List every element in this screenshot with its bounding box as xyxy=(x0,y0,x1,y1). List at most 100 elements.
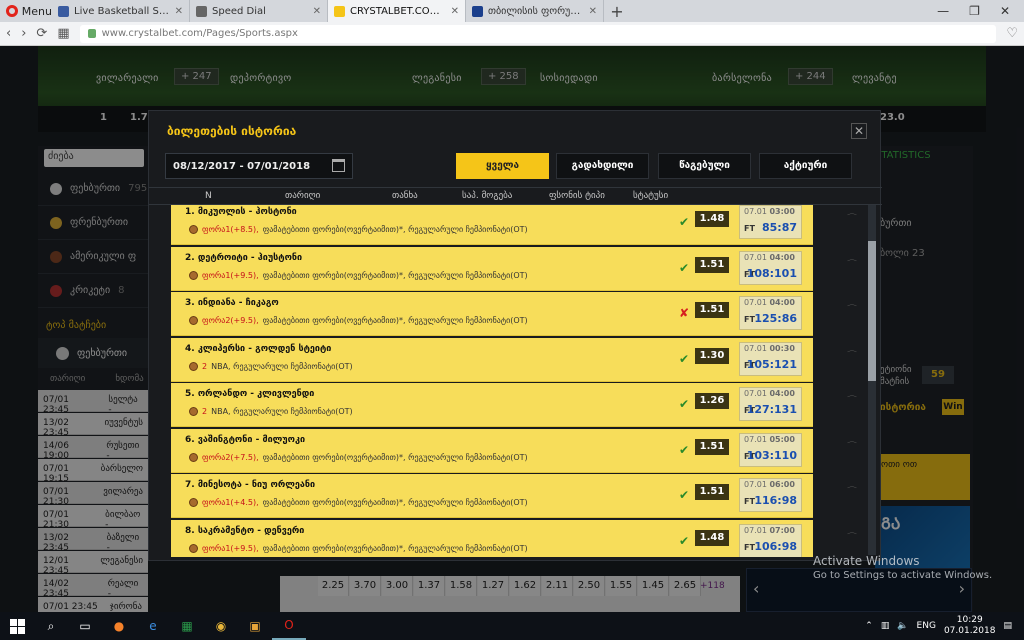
result-score: 106:98 xyxy=(754,539,797,553)
result-box: 07.01 06:00 FT 116:98 xyxy=(739,478,802,512)
edge-icon[interactable]: e xyxy=(136,612,170,640)
activate-windows-subtitle: Go to Settings to activate Windows. xyxy=(813,570,993,581)
filter-all-button[interactable]: ყველა xyxy=(456,153,549,179)
ticket-odd: 1.51 xyxy=(695,302,729,318)
close-icon[interactable]: ✕ xyxy=(851,123,867,139)
browser-tab-bar: Menu Live Basketball Scores - N✕Speed Di… xyxy=(0,0,1024,22)
start-button[interactable] xyxy=(0,612,34,640)
result-score: 127:131 xyxy=(746,403,797,416)
basketball-icon xyxy=(189,225,198,234)
ticket-odd: 1.51 xyxy=(695,484,729,500)
column-status: სტატუსი xyxy=(633,191,669,201)
browser-tab[interactable]: Speed Dial ✕ xyxy=(190,0,328,22)
activate-windows-title: Activate Windows xyxy=(813,554,920,568)
ticket-bet-detail: 2 NBA, რეგულარული ჩემპიონატი(OT) xyxy=(189,361,353,371)
close-window-icon[interactable]: ✕ xyxy=(1000,4,1010,18)
result-date: 07.01 00:30 xyxy=(744,344,795,353)
ticket-details-list: 1. მიკუოლის - ჰოსტონი ფორა1(+8.5), ფამატებ… xyxy=(171,205,813,557)
ticket-row[interactable]: 6. ვაშინგტონი - მილუოკი ფორა2(+7.5), ფამატ… xyxy=(171,428,813,473)
ticket-match-name: 6. ვაშინგტონი - მილუოკი xyxy=(185,434,306,445)
result-date: 07.01 06:00 xyxy=(744,480,795,489)
ticket-row[interactable]: 5. ორლანდო - კლივლენდი 2 NBA, რეგულარული ჩ… xyxy=(171,383,813,427)
ticket-bet-detail: ფორა1(+4.5), ფამატებითი ფორები(ოვერტაიმით… xyxy=(189,498,528,507)
ticket-row[interactable]: 2. დეტროიტი - ჰიუსტონი ფორა1(+9.5), ფამატე… xyxy=(171,246,813,291)
tab-label: Live Basketball Scores - N xyxy=(74,5,170,17)
ticket-row[interactable]: 4. კლიპერსი - გოლდენ სტეიტი 2 NBA, რეგულარ… xyxy=(171,337,813,382)
result-day: 07.01 xyxy=(744,525,767,535)
back-icon[interactable]: ‹ xyxy=(6,26,11,41)
ticket-row[interactable]: 3. ინდიანა - ჩიკაგო ფორა2(+9.5), ფამატებით… xyxy=(171,292,813,336)
minimize-icon[interactable]: — xyxy=(937,4,949,18)
forward-icon[interactable]: › xyxy=(21,26,26,41)
tab-favicon-icon xyxy=(58,5,69,17)
browser-tab[interactable]: CRYSTALBET.COM - ონლ ✕ xyxy=(328,0,466,22)
ticket-odd: 1.30 xyxy=(695,347,729,364)
filter-active-button[interactable]: აქტიური xyxy=(759,153,852,179)
language-indicator[interactable]: ENG xyxy=(917,621,936,631)
ticket-bet-event: ფორა1(+4.5), xyxy=(202,498,259,507)
window-controls: — ❐ ✕ xyxy=(937,0,1024,22)
basketball-icon xyxy=(189,452,198,462)
result-time: 06:00 xyxy=(769,480,795,489)
opera-taskbar-icon[interactable]: O xyxy=(272,612,306,640)
result-box: 07.01 00:30 FT 105:121 xyxy=(739,341,802,376)
tab-label: CRYSTALBET.COM - ონლ xyxy=(350,5,446,17)
expand-chevron-icon[interactable]: ︿ xyxy=(847,527,857,536)
ticket-row[interactable]: 8. საკრამენტო - დენვერი ფორა1(+9.5), ფამატ… xyxy=(171,519,813,557)
filter-lost-button[interactable]: წაგებული xyxy=(658,153,751,179)
calendar-icon[interactable] xyxy=(332,159,345,172)
ticket-row[interactable]: 1. მიკუოლის - ჰოსტონი ფორა1(+8.5), ფამატებ… xyxy=(171,205,813,245)
opera-menu-button[interactable]: Menu xyxy=(0,0,52,22)
result-date: 07.01 03:00 xyxy=(744,207,795,216)
date-range-input[interactable]: 08/12/2017 - 07/01/2018 xyxy=(165,153,353,179)
task-view-icon[interactable]: ▭ xyxy=(68,612,102,640)
expand-chevron-icon[interactable]: ︿ xyxy=(847,390,857,399)
expand-chevron-icon[interactable]: ︿ xyxy=(847,436,857,445)
result-day: 07.01 xyxy=(744,434,767,444)
chrome-icon[interactable]: ◉ xyxy=(204,612,238,640)
opera-logo-icon xyxy=(6,5,18,17)
result-day: 07.01 xyxy=(744,480,767,489)
clock-time: 10:29 xyxy=(956,615,983,625)
network-icon[interactable]: ▥ xyxy=(881,621,890,631)
filter-paid-button[interactable]: გადახდილი xyxy=(556,153,649,179)
ticket-row[interactable]: 7. მინესოტა - ნიუ ორლეანი ფორა1(+4.5), ფამ… xyxy=(171,474,813,518)
tab-close-icon[interactable]: ✕ xyxy=(589,6,597,17)
result-date: 07.01 05:00 xyxy=(744,435,795,444)
tab-close-icon[interactable]: ✕ xyxy=(451,6,459,17)
expand-chevron-icon[interactable]: ︿ xyxy=(847,481,857,490)
volume-icon[interactable]: 🔈 xyxy=(897,621,908,631)
expand-chevron-icon[interactable]: ︿ xyxy=(847,345,857,354)
scrollbar-thumb[interactable] xyxy=(868,241,876,381)
result-score: 116:98 xyxy=(754,494,797,507)
new-tab-button[interactable]: + xyxy=(604,0,630,22)
result-date: 07.01 04:00 xyxy=(744,253,795,262)
expand-chevron-icon[interactable]: ︿ xyxy=(847,299,857,308)
bookmark-heart-icon[interactable]: ♡ xyxy=(1006,26,1018,41)
result-ft-label: FT xyxy=(744,542,755,552)
tab-close-icon[interactable]: ✕ xyxy=(313,6,321,17)
search-icon[interactable]: ⌕ xyxy=(34,612,68,640)
photos-icon[interactable]: ▣ xyxy=(238,612,272,640)
ticket-bet-detail: ფორა1(+8.5), ფამატებითი ფორები(ოვერტაიმით… xyxy=(189,225,528,234)
win-check-icon: ✔ xyxy=(679,442,690,457)
browser-tab[interactable]: თბილისის ფორუმი - P ✕ xyxy=(466,0,604,22)
firefox-icon[interactable]: ● xyxy=(102,612,136,640)
speed-dial-icon[interactable]: ▦ xyxy=(57,26,69,41)
result-time: 00:30 xyxy=(769,343,795,353)
result-time: 07:00 xyxy=(769,525,795,535)
reload-icon[interactable]: ⟳ xyxy=(36,26,47,41)
notifications-icon[interactable]: ▤ xyxy=(1003,621,1012,631)
chevron-up-icon[interactable]: ⌃ xyxy=(865,621,873,631)
maximize-icon[interactable]: ❐ xyxy=(969,4,980,18)
clock[interactable]: 10:29 07.01.2018 xyxy=(944,615,996,637)
expand-chevron-icon[interactable]: ︿ xyxy=(847,208,857,217)
browser-tab[interactable]: Live Basketball Scores - N ✕ xyxy=(52,0,190,22)
expand-chevron-icon[interactable]: ︿ xyxy=(847,254,857,263)
clock-date: 07.01.2018 xyxy=(943,626,996,636)
ticket-bet-event: 2 xyxy=(202,407,208,416)
excel-icon[interactable]: ▦ xyxy=(170,612,204,640)
url-input[interactable]: www.crystalbet.com/Pages/Sports.aspx xyxy=(79,24,997,43)
tab-close-icon[interactable]: ✕ xyxy=(175,6,183,17)
ticket-bet-market: NBA, რეგულარული ჩემპიონატი(OT) xyxy=(211,361,353,371)
